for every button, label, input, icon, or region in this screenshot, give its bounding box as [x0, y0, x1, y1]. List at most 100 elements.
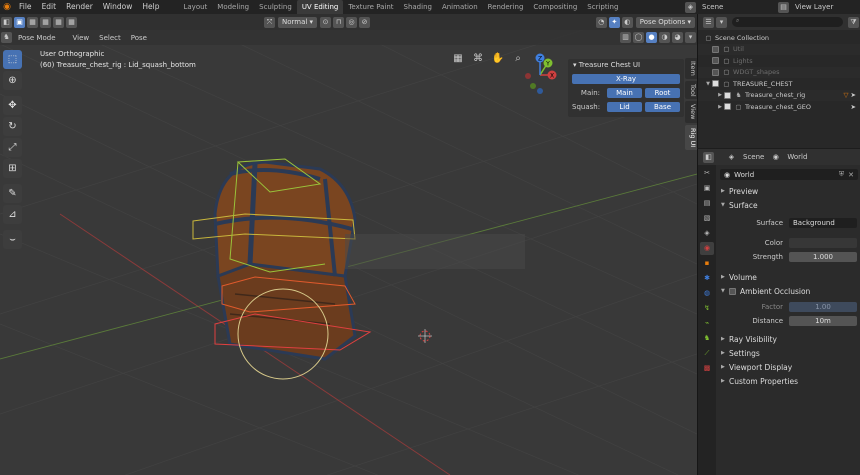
wdgt-checkbox[interactable] [712, 68, 719, 76]
viewport-display-panel-header[interactable]: ▶ Viewport Display [717, 360, 860, 374]
gizmo-neg-y-icon[interactable] [530, 83, 536, 89]
menu-file[interactable]: File [14, 0, 37, 14]
xray-button[interactable]: X-Ray [572, 74, 680, 84]
tab-texture-paint[interactable]: Texture Paint [343, 0, 398, 14]
physics-properties-icon[interactable]: ↯ [700, 302, 714, 315]
tab-tool[interactable]: Tool [685, 80, 697, 100]
root-button[interactable]: Root [645, 88, 680, 98]
volume-panel-header[interactable]: ▶ Volume [717, 270, 860, 284]
outliner-scene-collection[interactable]: ▢ Scene Collection [698, 32, 860, 44]
lid-button[interactable]: Lid [607, 102, 642, 112]
menu-pose[interactable]: Pose [126, 34, 152, 42]
view-layer-selector[interactable]: View Layer [790, 3, 860, 11]
proportional-edit-icon[interactable]: ◎ [346, 16, 358, 28]
modifier-properties-icon[interactable]: ✱ [700, 272, 714, 285]
3d-viewport[interactable]: ◧ ▣ ▦ ▦ ▦ ▦ ⤧ Normal ▾ ⊙ ⊓ ◎ ⊘ ◔ ✦ ◐ Pos… [0, 14, 697, 475]
treasure-chest-checkbox[interactable] [712, 80, 719, 88]
select-mode-subtract-icon[interactable]: ▦ [53, 16, 64, 28]
select-mode-new-icon[interactable]: ▦ [27, 16, 38, 28]
tab-view[interactable]: View [685, 101, 697, 123]
object-properties-icon[interactable]: ▪ [700, 257, 714, 270]
expand-geo-icon[interactable]: ▶ [716, 104, 724, 110]
blender-logo-icon[interactable]: ◉ [0, 0, 14, 14]
outliner-filter-icon[interactable]: ⧩ [848, 16, 859, 28]
main-button[interactable]: Main [607, 88, 642, 98]
outliner-search-icon[interactable]: ⌕ [732, 17, 843, 27]
snap-icon[interactable]: ⊓ [333, 16, 345, 28]
breadcrumb-world[interactable]: World [782, 153, 812, 161]
fake-user-shield-icon[interactable]: ⛨ [839, 170, 844, 179]
view-object-types-icon[interactable]: ◔ [595, 16, 607, 28]
geo-checkbox[interactable] [724, 103, 731, 111]
strength-input[interactable]: 1.000 [789, 252, 857, 262]
factor-input[interactable]: 1.00 [789, 302, 857, 312]
navigation-gizmo[interactable]: Z X Y [513, 49, 568, 99]
texture-properties-icon[interactable]: ▩ [700, 362, 714, 375]
transform-tool-icon[interactable]: ⊞ [3, 159, 22, 178]
cursor-tool-icon[interactable]: ⊕ [3, 71, 22, 90]
preview-panel-header[interactable]: ▶ Preview [717, 184, 860, 198]
scene-selector[interactable]: Scene [697, 3, 777, 11]
rotate-tool-icon[interactable]: ↻ [3, 117, 22, 136]
outliner-item-treasure-chest-rig[interactable]: ▶ ♞ Treasure_chest_rig ▽ ➤ [698, 89, 860, 101]
distance-input[interactable]: 10m [789, 316, 857, 326]
overlays-icon[interactable]: ◐ [621, 16, 633, 28]
color-swatch[interactable] [789, 238, 857, 248]
view-layer-properties-icon[interactable]: ▧ [700, 212, 714, 225]
outliner-item-treasure-chest-geo[interactable]: ▶ ▢ Treasure_chest_GEO ➤ [698, 101, 860, 113]
tab-modeling[interactable]: Modeling [212, 0, 254, 14]
move-tool-icon[interactable]: ✥ [3, 96, 22, 115]
menu-edit[interactable]: Edit [37, 0, 62, 14]
rig-checkbox[interactable] [724, 91, 731, 99]
base-button[interactable]: Base [645, 102, 680, 112]
util-checkbox[interactable] [712, 45, 719, 53]
shading-material-icon[interactable]: ◑ [659, 32, 670, 43]
editor-type-icon[interactable]: ◧ [1, 16, 12, 28]
tab-item[interactable]: Item [685, 58, 697, 79]
annotate-tool-icon[interactable]: ✎ [3, 184, 22, 203]
outliner-item-wdgt-shapes[interactable]: ▢ WDGT_shapes [698, 66, 860, 78]
tab-rig-ui[interactable]: Rig UI [685, 124, 697, 151]
outliner-display-mode-icon[interactable]: ▾ [716, 16, 727, 28]
rig-select-icon[interactable]: ➤ [851, 91, 856, 99]
tab-sculpting[interactable]: Sculpting [254, 0, 297, 14]
geo-select-icon[interactable]: ➤ [851, 103, 856, 111]
expand-treasure-chest-icon[interactable]: ▼ [704, 81, 712, 87]
properties-editor-type-icon[interactable]: ◧ [703, 151, 714, 163]
render-properties-icon[interactable]: ▣ [700, 182, 714, 195]
select-tool-icon[interactable]: ⬚ [3, 50, 22, 69]
tab-compositing[interactable]: Compositing [528, 0, 582, 14]
outliner-item-lights[interactable]: ▢ Lights [698, 55, 860, 67]
mode-dropdown[interactable]: Pose Mode [13, 34, 61, 42]
unlink-close-icon[interactable]: ✕ [848, 171, 854, 179]
select-mode-intersect-icon[interactable]: ▦ [66, 16, 77, 28]
tab-layout[interactable]: Layout [178, 0, 212, 14]
world-properties-icon[interactable]: ◉ [700, 242, 714, 255]
output-properties-icon[interactable]: ▤ [700, 197, 714, 210]
tab-animation[interactable]: Animation [437, 0, 483, 14]
tab-rendering[interactable]: Rendering [483, 0, 529, 14]
breadcrumb-scene[interactable]: Scene [738, 153, 769, 161]
camera-icon[interactable]: ⌘ [471, 52, 485, 66]
transform-orientation-icon[interactable]: ⤧ [264, 16, 275, 28]
shading-solid-icon[interactable]: ● [646, 32, 657, 43]
menu-view[interactable]: View [61, 34, 95, 42]
menu-help[interactable]: Help [137, 0, 164, 14]
ray-visibility-panel-header[interactable]: ▶ Ray Visibility [717, 332, 860, 346]
auto-keying-icon[interactable]: ⊘ [359, 16, 371, 28]
scene-properties-icon[interactable]: ◈ [700, 227, 714, 240]
shading-rendered-icon[interactable]: ◕ [672, 32, 683, 43]
ambient-occlusion-checkbox[interactable] [729, 287, 736, 295]
tool-properties-icon[interactable]: ✂ [700, 167, 714, 180]
scale-tool-icon[interactable]: ⤢ [3, 138, 22, 157]
outliner-item-util[interactable]: ▢ Util [698, 43, 860, 55]
ambient-occlusion-panel-header[interactable]: ▼ Ambient Occlusion [717, 284, 860, 298]
lights-checkbox[interactable] [712, 57, 719, 65]
tab-uv-editing[interactable]: UV Editing [296, 0, 344, 14]
select-box-icon[interactable]: ▣ [14, 16, 25, 28]
world-datablock-field[interactable]: ◉ World ⛨ ✕ [720, 169, 858, 180]
measure-tool-icon[interactable]: ⊿ [3, 205, 22, 224]
grid-view-icon[interactable]: ▦ [451, 52, 465, 66]
scene-icon[interactable]: ◈ [685, 1, 696, 13]
tab-shading[interactable]: Shading [399, 0, 437, 14]
